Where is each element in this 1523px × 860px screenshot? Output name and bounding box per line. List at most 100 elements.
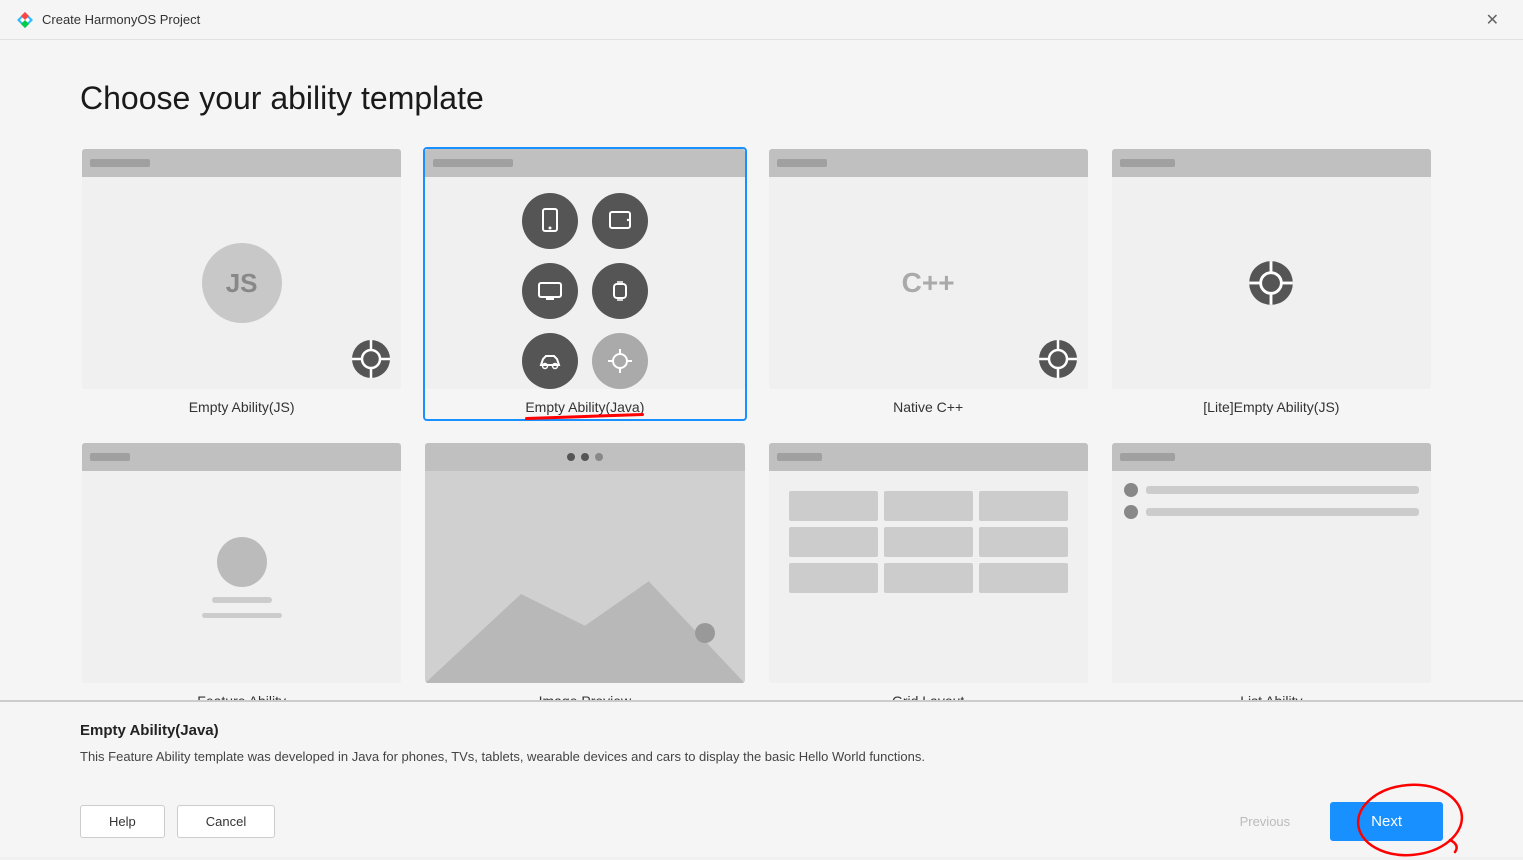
template-grid: JS: [80, 147, 1443, 700]
preview-titlebar-list: [1112, 443, 1431, 471]
titlebar-bar-java: [433, 159, 513, 167]
template-card-image[interactable]: Image Preview: [423, 441, 746, 700]
template-card-list[interactable]: List Ability: [1110, 441, 1433, 700]
preview-body-cpp: C++: [769, 177, 1088, 389]
car-icon: [522, 333, 578, 389]
harmonyos-logo-icon: [16, 11, 34, 29]
preview-body-grid: [769, 471, 1088, 683]
template-preview-feature: [82, 443, 401, 683]
titlebar-bar-cpp: [777, 159, 827, 167]
preview-circle: [217, 537, 267, 587]
template-name-js: Empty Ability(JS): [189, 399, 295, 415]
dot-2: [581, 453, 589, 461]
template-card-native-cpp[interactable]: C++: [767, 147, 1090, 421]
grid-cell: [979, 491, 1068, 521]
preview-grid-layout: [779, 481, 1078, 603]
main-content: Choose your ability template JS: [0, 40, 1523, 700]
title-bar-text: Create HarmonyOS Project: [42, 12, 200, 27]
template-name-lite: [Lite]Empty Ability(JS): [1203, 399, 1339, 415]
list-dot: [1124, 483, 1138, 497]
phone-icon: [522, 193, 578, 249]
template-card-lite-js[interactable]: [Lite]Empty Ability(JS): [1110, 147, 1433, 421]
template-preview-cpp: C++: [769, 149, 1088, 389]
template-preview-java: [425, 149, 744, 389]
preview-line-2: [202, 613, 282, 618]
template-name-image: Image Preview: [539, 693, 632, 700]
titlebar-bar: [90, 159, 150, 167]
titlebar-bar-lite: [1120, 159, 1175, 167]
template-preview-list: [1112, 443, 1431, 683]
cancel-button[interactable]: Cancel: [177, 805, 275, 838]
preview-body-java: [425, 177, 744, 389]
description-text: This Feature Ability template was develo…: [80, 747, 1443, 767]
template-card-empty-java[interactable]: Empty Ability(Java): [423, 147, 746, 421]
preview-sun: [695, 623, 715, 643]
template-name-grid: Grid Layout: [892, 693, 964, 700]
title-bar: Create HarmonyOS Project ✕: [0, 0, 1523, 40]
grid-cell: [789, 563, 878, 593]
preview-titlebar-lite: [1112, 149, 1431, 177]
description-title: Empty Ability(Java): [80, 722, 1443, 739]
grid-cell: [884, 563, 973, 593]
previous-button[interactable]: Previous: [1212, 806, 1319, 837]
grid-cell: [789, 491, 878, 521]
list-line: [1146, 486, 1419, 494]
grid-cell: [979, 527, 1068, 557]
template-grid-container: JS: [80, 147, 1443, 700]
harmony-icon: [592, 333, 648, 389]
template-preview-js: JS: [82, 149, 401, 389]
preview-body-feature: [82, 471, 401, 683]
preview-body-image: [425, 471, 744, 683]
harmony-bottom-icon-cpp: [1038, 339, 1078, 379]
list-line: [1146, 508, 1419, 516]
cpp-logo: C++: [902, 267, 955, 299]
preview-mountain: [425, 556, 744, 683]
template-name-list: List Ability: [1240, 693, 1302, 700]
list-row: [1124, 505, 1419, 519]
template-preview-lite: [1112, 149, 1431, 389]
preview-list-layout: [1112, 471, 1431, 531]
harmony-bottom-icon: [351, 339, 391, 379]
preview-titlebar-grid: [769, 443, 1088, 471]
preview-body-lite: [1112, 177, 1431, 389]
title-bar-left: Create HarmonyOS Project: [16, 11, 200, 29]
preview-line-1: [212, 597, 272, 603]
list-dot: [1124, 505, 1138, 519]
footer-left-buttons: Help Cancel: [80, 805, 275, 838]
next-button[interactable]: Next: [1330, 802, 1443, 841]
grid-cell: [789, 527, 878, 557]
tv-icon: [522, 263, 578, 319]
js-logo: JS: [202, 243, 282, 323]
template-card-grid[interactable]: Grid Layout: [767, 441, 1090, 700]
watch-icon: [592, 263, 648, 319]
help-button[interactable]: Help: [80, 805, 165, 838]
preview-titlebar-java: [425, 149, 744, 177]
preview-titlebar-feature: [82, 443, 401, 471]
page-title: Choose your ability template: [80, 80, 1443, 117]
preview-body-js: JS: [82, 177, 401, 389]
template-card-empty-js[interactable]: JS: [80, 147, 403, 421]
template-name-feature: Feature Ability: [197, 693, 286, 700]
description-section: Empty Ability(Java) This Feature Ability…: [0, 700, 1523, 787]
preview-body-list: [1112, 471, 1431, 683]
titlebar-bar-list: [1120, 453, 1175, 461]
tablet-icon: [592, 193, 648, 249]
footer: Help Cancel Previous Next: [0, 786, 1523, 857]
titlebar-bar-feature: [90, 453, 130, 461]
template-preview-image: [425, 443, 744, 683]
footer-right-buttons: Previous Next: [1212, 802, 1443, 841]
dot-1: [567, 453, 575, 461]
dot-3: [595, 453, 603, 461]
main-window: Create HarmonyOS Project ✕ Choose your a…: [0, 0, 1523, 857]
next-button-wrapper: Next: [1330, 802, 1443, 841]
close-button[interactable]: ✕: [1478, 6, 1507, 34]
preview-titlebar: [82, 149, 401, 177]
template-preview-grid: [769, 443, 1088, 683]
template-name-java: Empty Ability(Java): [525, 399, 644, 415]
template-card-feature[interactable]: Feature Ability: [80, 441, 403, 700]
preview-titlebar-image: [425, 443, 744, 471]
grid-cell: [884, 491, 973, 521]
harmony-icon-lite: [1248, 260, 1294, 306]
titlebar-bar-grid: [777, 453, 822, 461]
list-row: [1124, 483, 1419, 497]
